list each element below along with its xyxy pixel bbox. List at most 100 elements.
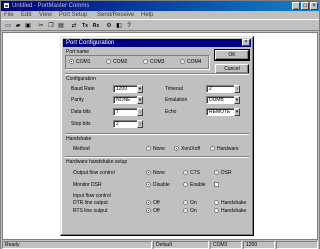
title-bar: Untitled - PortMaster Comms _ □ × [1,1,319,11]
hardware-handshake-label: Hardware handshake setup [66,159,128,165]
save-icon[interactable]: ▣ [24,22,32,30]
configuration-label: Configuration [66,76,96,82]
method-label: Method [73,146,90,152]
com4-label: COM4 [187,59,202,65]
status-ready: Ready [2,241,152,249]
open-folder-icon[interactable]: ▰ [14,22,22,30]
com1-radio[interactable] [69,59,74,64]
status-profile: Default [153,241,209,249]
stop-bits-label: Stop bits [71,121,91,127]
com3-radio[interactable] [143,59,148,64]
flow-dsr-label: DSR [221,170,232,176]
menu-edit[interactable]: Edit [21,11,31,19]
chevron-down-icon[interactable]: ▼ [137,85,143,93]
dtr-on-label: On [190,200,197,206]
status-port: COM1 [210,241,242,249]
status-bar: Ready Default COM1 1200 [1,241,319,249]
dsr-enable-label: Enable [190,182,206,188]
dsr-disable-radio[interactable] [146,182,151,187]
help-icon[interactable]: ? [125,22,133,30]
toolbar: ▭ ▰ ▣ ✂ ❐ ▤ ⇄ Tx Rx ⚙ ◧ ? [1,19,319,31]
com2-label: COM2 [113,59,128,65]
handshake-xon-radio[interactable] [174,146,179,151]
rts-off-label: Off [153,208,160,214]
emulation-label: Emulation [165,97,188,103]
port-configuration-dialog: Port Configuration × OK Cancel Port name… [60,36,254,236]
receive-button[interactable]: Rx [92,22,100,30]
status-extra [276,241,318,249]
dialog-close-icon[interactable]: × [242,39,250,46]
dtr-line-label: DTR line output [73,200,108,206]
dtr-on-radio[interactable] [183,200,188,205]
rts-handshake-radio[interactable] [214,208,219,213]
menu-help[interactable]: Help [141,11,153,19]
com4-radio[interactable] [180,59,185,64]
rts-handshake-label: Handshake [221,208,247,214]
output-flow-label: Output flow control [73,170,115,176]
dtr-handshake-radio[interactable] [214,200,219,205]
handshake-xon-label: Xon/Xoff [181,146,201,152]
rts-on-label: On [190,208,197,214]
handshake-none-radio[interactable] [146,146,151,151]
copy-icon[interactable]: ❐ [47,22,55,30]
cut-icon[interactable]: ✂ [37,22,45,30]
handshake-hardware-radio[interactable] [210,146,215,151]
window-title: Untitled - PortMaster Comms [12,3,90,9]
spinner-icon[interactable]: ↕ [234,85,240,93]
paste-icon[interactable]: ▤ [57,22,65,30]
baud-rate-label: Baud Rate [71,86,95,92]
divider [65,73,249,75]
dialog-title: Port Configuration [66,40,115,46]
menu-send-receive[interactable]: Send/Receive [97,11,134,19]
chevron-down-icon[interactable]: ▼ [234,96,240,104]
menu-file[interactable]: File [4,11,14,19]
handshake-none-label: None [153,146,165,152]
transmit-button[interactable]: Tx [81,22,89,30]
rts-line-label: RTS line output [73,208,108,214]
monitor-dsr-label: Monitor DSR [73,182,102,188]
com3-label: COM3 [150,59,165,65]
menu-view[interactable]: View [39,11,52,19]
chevron-down-icon[interactable]: ▼ [137,96,143,104]
flow-cts-radio[interactable] [183,170,188,175]
maximize-button[interactable]: □ [301,2,309,10]
rts-on-radio[interactable] [183,208,188,213]
handshake-label: Handshake [66,136,92,142]
spinner-icon[interactable]: ↕ [137,108,143,116]
status-mode: 1200 [243,241,275,249]
echo-label: Echo [165,109,177,115]
minimize-button[interactable]: _ [292,2,300,10]
menu-port-setup[interactable]: Port Setup [59,11,87,19]
close-button[interactable]: × [310,2,318,10]
handshake-hardware-label: Hardware [217,146,239,152]
new-file-icon[interactable]: ▭ [4,22,12,30]
com2-radio[interactable] [106,59,111,64]
flow-dsr-radio[interactable] [214,170,219,175]
timeout-label: Timeout [165,86,183,92]
flow-none-label: None [153,170,165,176]
dtr-handshake-label: Handshake [221,200,247,206]
dsr-checkbox[interactable] [214,182,219,187]
connect-icon[interactable]: ⇄ [70,22,78,30]
capture-icon[interactable]: ◧ [115,22,123,30]
dsr-disable-label: Disable [153,182,170,188]
rts-off-radio[interactable] [146,208,151,213]
dsr-enable-radio[interactable] [183,182,188,187]
divider [65,156,249,158]
settings-icon[interactable]: ⚙ [105,22,113,30]
dtr-off-label: Off [153,200,160,206]
data-bits-label: Data bits [71,109,91,115]
ok-button[interactable]: OK [214,49,250,61]
spinner-icon[interactable]: ↕ [137,120,143,128]
com1-label: COM1 [76,59,91,65]
flow-none-radio[interactable] [146,170,151,175]
dialog-title-bar: Port Configuration × [63,39,251,47]
dtr-off-radio[interactable] [146,200,151,205]
menu-bar: File Edit View Port Setup Send/Receive H… [1,11,319,19]
flow-cts-label: CTS [190,170,200,176]
input-flow-label: Input flow control [73,193,111,199]
app-icon [3,2,10,9]
parity-label: Parity [71,97,84,103]
divider [65,133,249,135]
chevron-down-icon[interactable]: ▼ [234,108,240,116]
